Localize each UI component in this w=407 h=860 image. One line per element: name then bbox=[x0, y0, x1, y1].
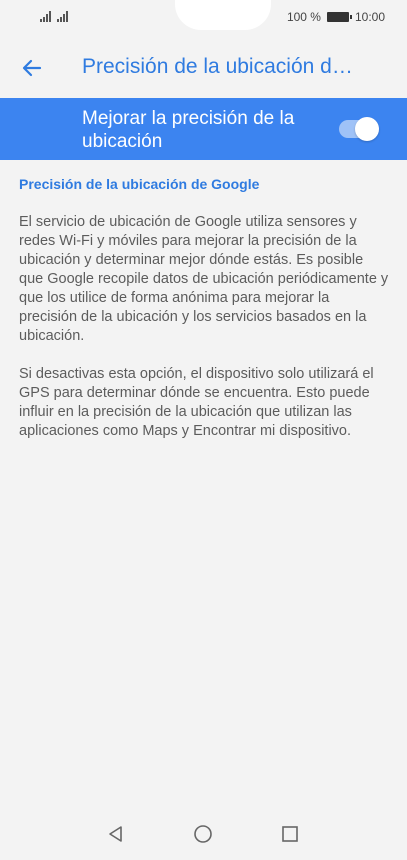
toggle-label: Mejorar la precisión de la ubicación bbox=[82, 108, 295, 152]
signal-icon bbox=[57, 10, 68, 22]
camera-notch bbox=[175, 0, 271, 30]
back-triangle-icon[interactable] bbox=[106, 824, 126, 844]
status-indicators: 100 % 10:00 bbox=[287, 10, 385, 24]
home-circle-icon[interactable] bbox=[193, 824, 213, 844]
description-paragraph: El servicio de ubicación de Google utili… bbox=[19, 214, 389, 344]
app-header: Precisión de la ubicación d… bbox=[0, 36, 407, 98]
status-bar: 100 % 10:00 bbox=[0, 0, 407, 36]
page-title: Precisión de la ubicación d… bbox=[82, 55, 353, 78]
clock: 10:00 bbox=[354, 10, 385, 24]
improve-accuracy-switch[interactable] bbox=[339, 117, 379, 141]
system-nav-bar bbox=[0, 808, 407, 860]
recents-square-icon[interactable] bbox=[280, 824, 300, 844]
warning-paragraph: Si desactivas esta opción, el dispositiv… bbox=[19, 366, 374, 439]
signal-icon bbox=[40, 10, 51, 22]
battery-percent: 100 % bbox=[286, 10, 321, 24]
switch-knob bbox=[355, 117, 379, 141]
battery-icon bbox=[326, 12, 352, 22]
section-heading: Precisión de la ubicación de Google bbox=[19, 176, 260, 192]
arrow-left-icon[interactable] bbox=[20, 56, 44, 80]
